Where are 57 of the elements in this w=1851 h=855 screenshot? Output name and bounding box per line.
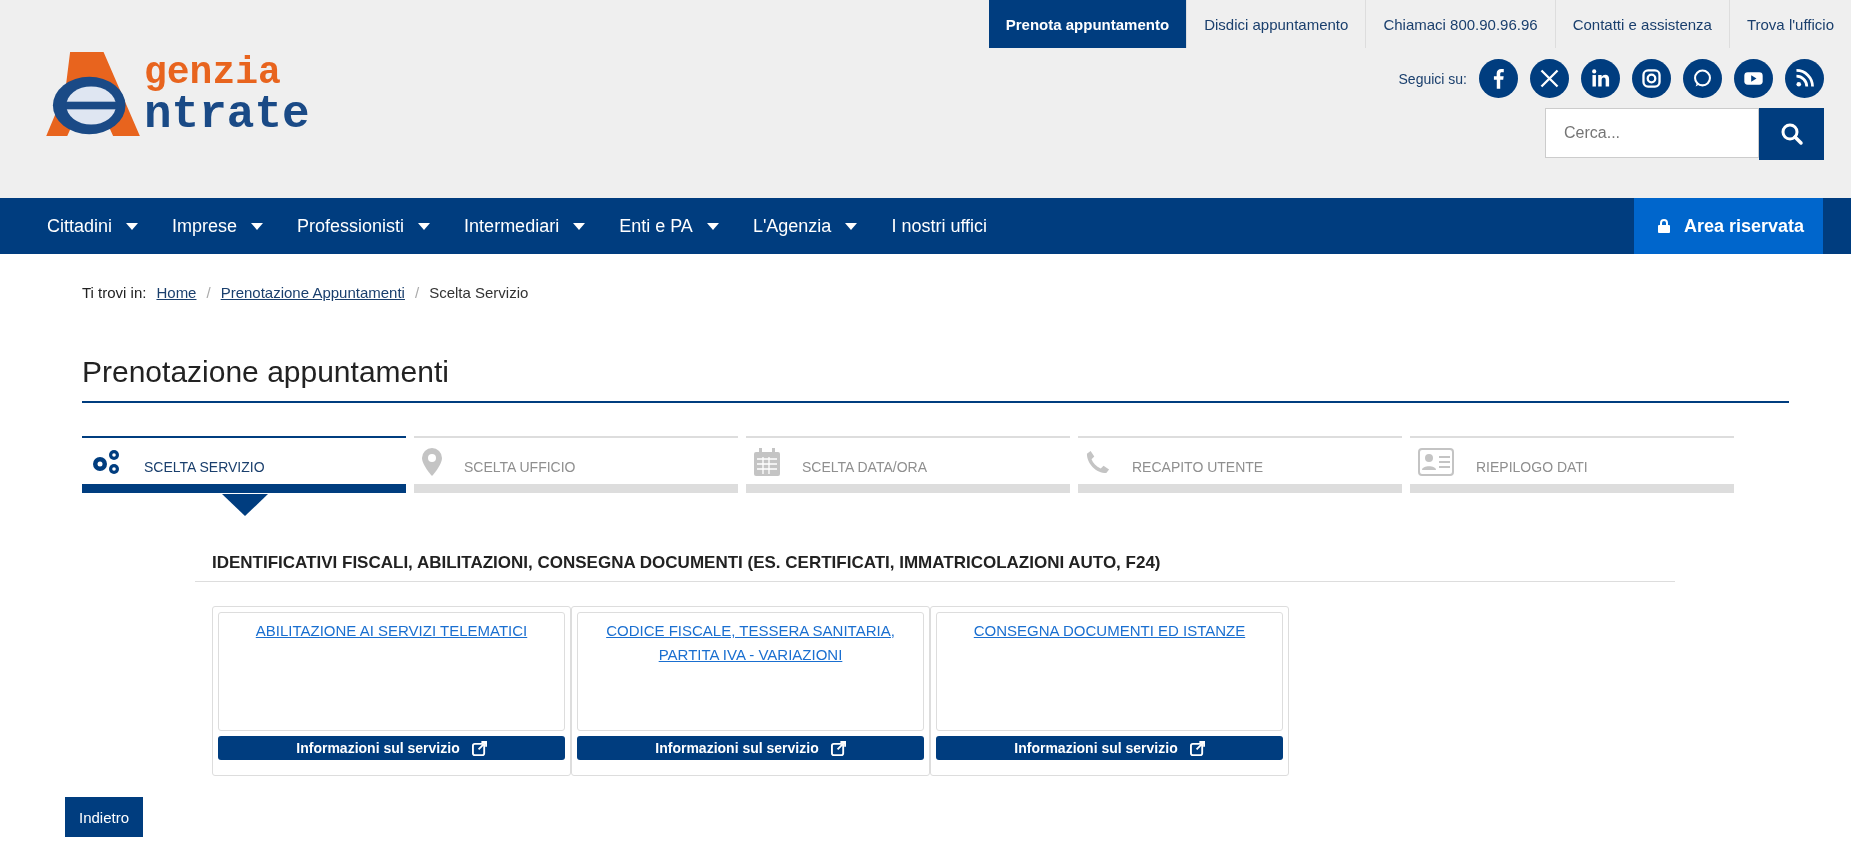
step-label: SCELTA SERVIZIO xyxy=(144,459,265,475)
rss-icon[interactable] xyxy=(1785,59,1824,98)
breadcrumb-link[interactable]: Prenotazione Appuntamenti xyxy=(220,284,405,301)
section-title: IDENTIFICATIVI FISCALI, ABILITAZIONI, CONSEGNA DOCUMENTI (ES. CERTIFICATI, IMMATRICOLAZIONI AUTO, F24) xyxy=(195,553,1675,582)
service-link[interactable]: CODICE FISCALE, TESSERA SANITARIA, PARTITA IVA - VARIAZIONI xyxy=(588,619,913,667)
linkedin-icon[interactable] xyxy=(1581,59,1620,98)
calendar-icon xyxy=(754,448,780,476)
nav-item[interactable]: I nostri uffici xyxy=(874,198,1005,254)
top-link[interactable]: Contatti e assistenza xyxy=(1554,0,1729,48)
breadcrumb-separator: / xyxy=(206,284,211,301)
step-label: SCELTA DATA/ORA xyxy=(802,459,927,475)
facebook-icon[interactable] xyxy=(1479,59,1518,98)
step-label: SCELTA UFFICIO xyxy=(464,459,576,475)
top-link[interactable]: Disdici appuntamento xyxy=(1186,0,1366,48)
breadcrumb-separator: / xyxy=(414,284,420,301)
nav-item[interactable]: Enti e PA xyxy=(602,198,736,254)
logo-mark-icon xyxy=(46,52,142,138)
follow-label: Seguici su: xyxy=(1398,70,1467,87)
service-info-button[interactable]: Informazioni sul servizio xyxy=(936,736,1283,760)
id-card-icon xyxy=(1418,448,1454,476)
top-link[interactable]: Prenota appuntamento xyxy=(988,0,1187,48)
top-link[interactable]: Chiamaci 800.90.96.96 xyxy=(1365,0,1555,48)
top-link[interactable]: Trova l'ufficio xyxy=(1728,0,1851,48)
search-button[interactable] xyxy=(1759,108,1824,160)
nav-item[interactable]: Professionisti xyxy=(280,198,448,254)
service-link[interactable]: ABILITAZIONE AI SERVIZI TELEMATICI xyxy=(229,619,554,643)
page-title: Prenotazione appuntamenti xyxy=(82,355,1789,403)
breadcrumb-link[interactable]: Home xyxy=(156,284,197,301)
step-label: RIEPILOGO DATI xyxy=(1476,459,1588,475)
whatsapp-icon[interactable] xyxy=(1683,59,1722,98)
step-label: RECAPITO UTENTE xyxy=(1132,459,1264,475)
phone-icon xyxy=(1086,450,1110,474)
external-link-icon xyxy=(830,740,846,756)
service-info-button[interactable]: Informazioni sul servizio xyxy=(577,736,924,760)
back-button[interactable]: Indietro xyxy=(65,797,144,837)
service-info-button[interactable]: Informazioni sul servizio xyxy=(218,736,565,760)
external-link-icon xyxy=(1189,740,1205,756)
logo-text: ntrate xyxy=(144,92,310,138)
nav-item[interactable]: L'Agenzia xyxy=(735,198,875,254)
search-field[interactable]: Cerca... xyxy=(1545,108,1759,158)
agenzia-entrate-logo[interactable]: genzia ntrate xyxy=(46,46,310,138)
instagram-icon[interactable] xyxy=(1632,59,1671,98)
nav-item[interactable]: Imprese xyxy=(155,198,281,254)
search-icon xyxy=(1779,122,1804,146)
service-link[interactable]: CONSEGNA DOCUMENTI ED ISTANZE xyxy=(947,619,1272,643)
nav-item[interactable]: Intermediari xyxy=(447,198,603,254)
breadcrumb-label: Ti trovi in: xyxy=(82,284,147,301)
video-play-icon[interactable] xyxy=(1734,59,1773,98)
logo-text: genzia xyxy=(144,54,282,92)
step-pointer-icon xyxy=(222,494,268,516)
nav-item[interactable]: Cittadini xyxy=(30,198,156,254)
reserved-area-button[interactable]: Area riservata xyxy=(1633,198,1823,254)
external-link-icon xyxy=(471,740,487,756)
x-icon[interactable] xyxy=(1530,59,1569,98)
breadcrumb-current: Scelta Servizio xyxy=(429,284,529,301)
lock-icon xyxy=(1657,219,1670,233)
map-pin-icon xyxy=(422,448,442,476)
